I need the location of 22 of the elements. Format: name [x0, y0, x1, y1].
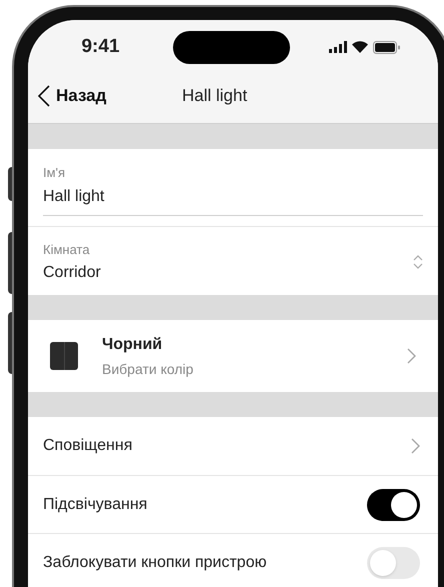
status-time: 9:41 — [81, 34, 120, 59]
toggle-switch[interactable] — [367, 488, 420, 520]
chevron-right-icon — [407, 348, 416, 364]
wifi-icon — [352, 41, 368, 53]
setting-label: Підсвічування — [43, 494, 148, 514]
device-swatch-icon — [50, 342, 78, 370]
setting-label: Сповіщення — [43, 436, 134, 456]
battery-icon — [372, 40, 400, 54]
setting-label: Заблокувати кнопки пристрою — [43, 552, 268, 572]
field-label: Кімната — [43, 240, 91, 258]
signal-icon — [328, 41, 346, 53]
chevron-left-icon — [38, 84, 50, 106]
up-down-chevron-icon — [413, 254, 423, 270]
field-label: Ім'я — [43, 164, 66, 182]
screen-title: Hall light — [182, 84, 248, 107]
name-input-field[interactable]: Hall light — [43, 184, 423, 216]
back-button[interactable]: Назад — [28, 82, 106, 108]
toggle-switch[interactable] — [367, 546, 420, 578]
color-hint: Вибрати колір — [102, 360, 194, 379]
color-name: Чорний — [102, 334, 164, 354]
chevron-right-icon — [411, 438, 420, 454]
room-select[interactable]: Corridor — [43, 261, 413, 285]
